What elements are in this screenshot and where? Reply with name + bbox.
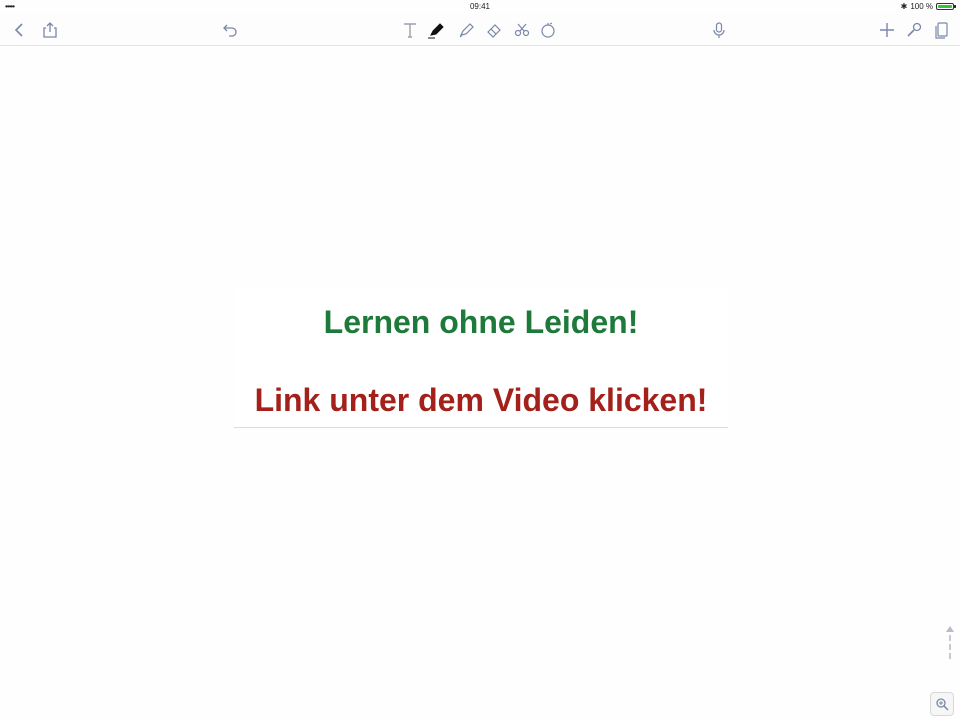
back-icon[interactable] [8,18,32,42]
status-bar: ••••• 09:41 ✱ 100 % [0,0,960,14]
status-time: 09:41 [469,2,491,11]
headline-text: Lernen ohne Leiden! [323,304,639,340]
bluetooth-icon: ✱ [900,2,908,11]
pen-tool-icon[interactable] [424,18,448,42]
battery-fill [938,5,952,8]
add-icon[interactable] [875,18,899,42]
zoom-icon[interactable] [930,692,954,716]
eraser-tool-icon[interactable] [482,18,506,42]
toolbar [0,14,960,46]
scroll-track [949,653,951,659]
battery-percent: 100 % [910,2,933,11]
pages-icon[interactable] [930,18,954,42]
highlighter-tool-icon[interactable] [454,18,478,42]
scroll-track [949,635,951,641]
image-tool-icon[interactable] [536,18,560,42]
scroll-track [949,644,951,650]
lasso-tool-icon[interactable] [510,18,534,42]
microphone-icon[interactable] [707,18,731,42]
status-right: ✱ 100 % [900,2,956,11]
page-scroll-indicator[interactable] [944,626,956,672]
scroll-up-icon[interactable] [946,626,954,632]
call-to-action-text: Link unter dem Video klicken! [254,382,708,418]
share-icon[interactable] [38,18,62,42]
text-tool-icon[interactable] [398,18,422,42]
undo-icon[interactable] [218,18,242,42]
battery-icon [936,3,956,10]
text-card[interactable]: Lernen ohne Leiden! Link unter dem Video… [234,288,728,428]
settings-icon[interactable] [902,18,926,42]
